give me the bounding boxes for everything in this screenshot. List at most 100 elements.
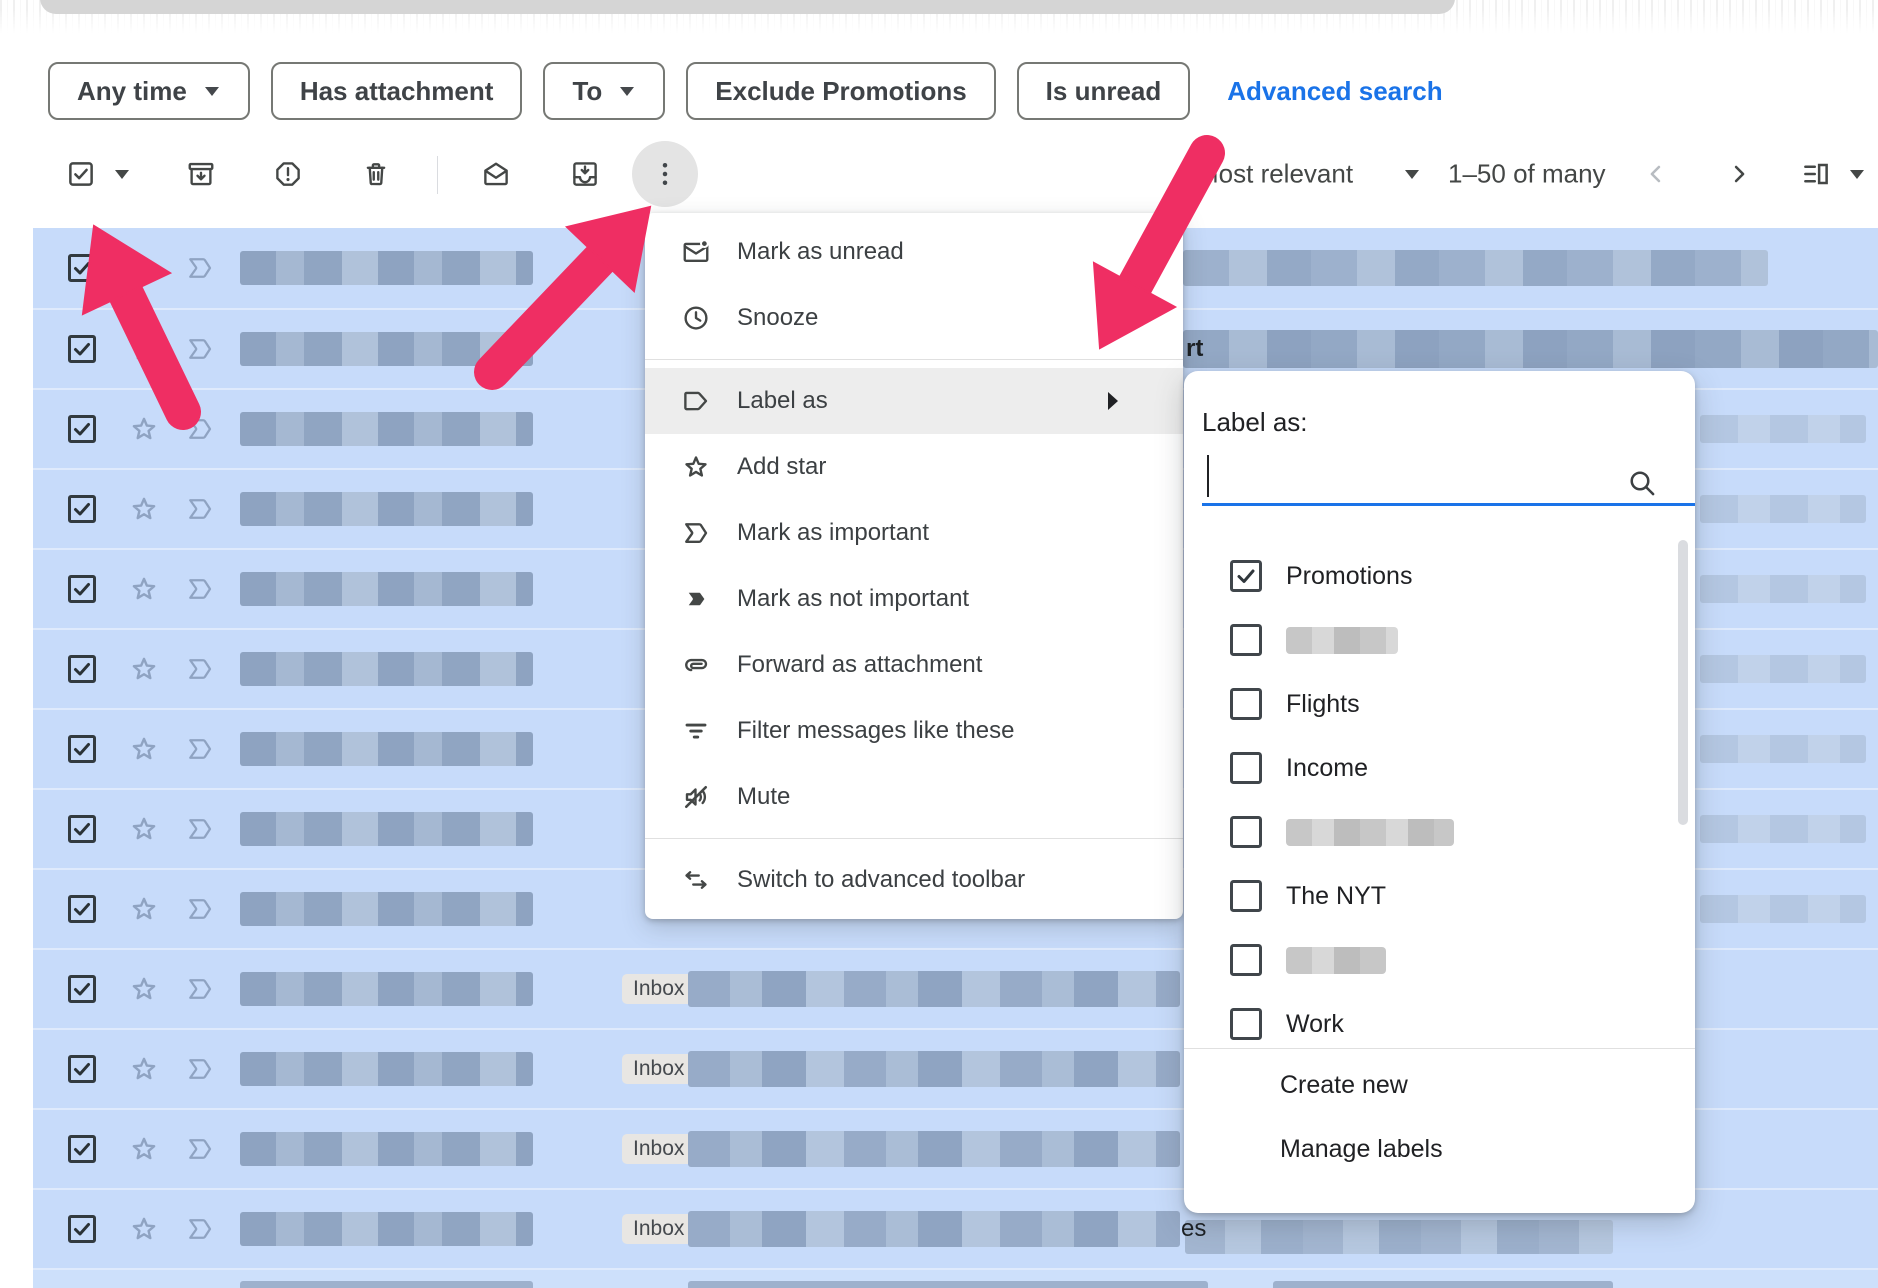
importance-marker-icon[interactable] (185, 334, 215, 364)
importance-marker-icon[interactable] (185, 1134, 215, 1164)
label-search-input[interactable] (1202, 449, 1695, 506)
row-checkbox-checked[interactable] (68, 735, 96, 763)
importance-marker-icon[interactable] (185, 654, 215, 684)
menu-item-label: Mute (737, 783, 790, 811)
checkbox-unchecked-icon[interactable] (1230, 944, 1262, 976)
manage-labels-button[interactable]: Manage labels (1280, 1135, 1443, 1164)
label-option-flights[interactable]: Flights (1184, 672, 1695, 736)
label-option-income[interactable]: Income (1184, 736, 1695, 800)
archive-button[interactable] (186, 159, 216, 189)
star-icon[interactable] (128, 252, 160, 284)
menu-item-add-star[interactable]: Add star (645, 434, 1183, 500)
move-to-button[interactable] (570, 159, 600, 189)
row-checkbox-checked[interactable] (68, 1055, 96, 1083)
checkbox-checked-icon[interactable] (1230, 560, 1262, 592)
mark-as-read-button[interactable] (481, 159, 511, 189)
importance-marker-icon[interactable] (185, 494, 215, 524)
chevron-down-icon (618, 85, 636, 97)
filter-chip-any-time[interactable]: Any time (48, 62, 250, 120)
next-page-button[interactable] (1725, 160, 1753, 188)
row-checkbox-checked[interactable] (68, 1135, 96, 1163)
filter-chip-is-unread[interactable]: Is unread (1017, 62, 1191, 120)
menu-item-filter-messages-like-these[interactable]: Filter messages like these (645, 698, 1183, 764)
importance-marker-icon[interactable] (185, 1214, 215, 1244)
redacted-snippet-bar (1700, 495, 1866, 523)
importance-marker-icon[interactable] (185, 414, 215, 444)
sort-caret[interactable] (1403, 168, 1421, 180)
split-pane-button[interactable] (1801, 159, 1831, 189)
menu-item-mark-as-unread[interactable]: Mark as unread (645, 219, 1183, 285)
filter-chip-has-attachment[interactable]: Has attachment (271, 62, 523, 120)
menu-item-mark-as-not-important[interactable]: Mark as not important (645, 566, 1183, 632)
row-checkbox-checked[interactable] (68, 495, 96, 523)
menu-item-forward-as-attachment[interactable]: Forward as attachment (645, 632, 1183, 698)
select-all-checkbox[interactable] (66, 159, 96, 189)
row-checkbox-checked[interactable] (68, 815, 96, 843)
filter-chip-exclude-promotions[interactable]: Exclude Promotions (686, 62, 995, 120)
checkbox-unchecked-icon[interactable] (1230, 688, 1262, 720)
checkbox-unchecked-icon[interactable] (1230, 624, 1262, 656)
star-icon[interactable] (128, 493, 160, 525)
report-spam-icon (273, 159, 303, 189)
checkbox-unchecked-icon[interactable] (1230, 816, 1262, 848)
star-icon[interactable] (128, 333, 160, 365)
row-checkbox-checked[interactable] (68, 1215, 96, 1243)
menu-item-switch-to-advanced-toolbar[interactable]: Switch to advanced toolbar (645, 847, 1183, 913)
filter-chip-to[interactable]: To (543, 62, 665, 120)
menu-item-mute[interactable]: Mute (645, 764, 1183, 830)
star-icon[interactable] (128, 893, 160, 925)
star-icon[interactable] (128, 573, 160, 605)
select-all-caret[interactable] (113, 168, 131, 180)
label-option-promotions[interactable]: Promotions (1184, 544, 1695, 608)
filter-chip-label: Any time (77, 76, 187, 107)
row-checkbox-checked[interactable] (68, 254, 96, 282)
row-checkbox-checked[interactable] (68, 975, 96, 1003)
importance-marker-icon[interactable] (185, 974, 215, 1004)
switch-toolbar-icon (681, 865, 711, 895)
star-icon[interactable] (128, 1213, 160, 1245)
menu-item-label-as[interactable]: Label as (645, 368, 1183, 434)
label-as-title: Label as: (1202, 407, 1308, 438)
row-checkbox-checked[interactable] (68, 415, 96, 443)
row-checkbox-checked[interactable] (68, 895, 96, 923)
create-new-label-button[interactable]: Create new (1280, 1071, 1408, 1100)
previous-page-button[interactable] (1642, 160, 1670, 188)
more-options-button[interactable] (650, 159, 680, 189)
checkbox-unchecked-icon[interactable] (1230, 1008, 1262, 1040)
label-option-redacted-4[interactable] (1184, 800, 1695, 864)
label-option-work[interactable]: Work (1184, 992, 1695, 1048)
label-checkbox-list: Promotions FlightsIncome The NYT Work (1184, 531, 1695, 1048)
star-icon[interactable] (128, 973, 160, 1005)
label-option-redacted-1[interactable] (1184, 608, 1695, 672)
label-list-scrollbar[interactable] (1678, 540, 1688, 825)
delete-button[interactable] (361, 159, 391, 189)
star-icon[interactable] (128, 413, 160, 445)
star-icon[interactable] (128, 1053, 160, 1085)
importance-marker-icon[interactable] (185, 574, 215, 604)
row-checkbox-checked[interactable] (68, 575, 96, 603)
label-option-redacted-6[interactable] (1184, 928, 1695, 992)
menu-item-label: Filter messages like these (737, 717, 1014, 745)
select-all-checkbox-icon (66, 159, 96, 189)
star-icon[interactable] (128, 1133, 160, 1165)
redacted-snippet-bar (1700, 815, 1866, 843)
importance-marker-icon[interactable] (185, 814, 215, 844)
importance-marker-icon[interactable] (185, 894, 215, 924)
importance-marker-icon[interactable] (185, 253, 215, 283)
label-option-the-nyt[interactable]: The NYT (1184, 864, 1695, 928)
importance-marker-icon[interactable] (185, 1054, 215, 1084)
importance-marker-icon[interactable] (185, 734, 215, 764)
split-pane-caret[interactable] (1848, 168, 1866, 180)
star-icon[interactable] (128, 813, 160, 845)
checkbox-unchecked-icon[interactable] (1230, 880, 1262, 912)
report-spam-button[interactable] (273, 159, 303, 189)
row-checkbox-checked[interactable] (68, 655, 96, 683)
menu-item-mark-as-important[interactable]: Mark as important (645, 500, 1183, 566)
star-icon[interactable] (128, 733, 160, 765)
menu-item-snooze[interactable]: Snooze (645, 285, 1183, 351)
star-icon[interactable] (128, 653, 160, 685)
row-checkbox-checked[interactable] (68, 335, 96, 363)
checkbox-unchecked-icon[interactable] (1230, 752, 1262, 784)
sort-selector[interactable]: Most relevant (1197, 159, 1353, 190)
advanced-search-link[interactable]: Advanced search (1227, 76, 1442, 107)
